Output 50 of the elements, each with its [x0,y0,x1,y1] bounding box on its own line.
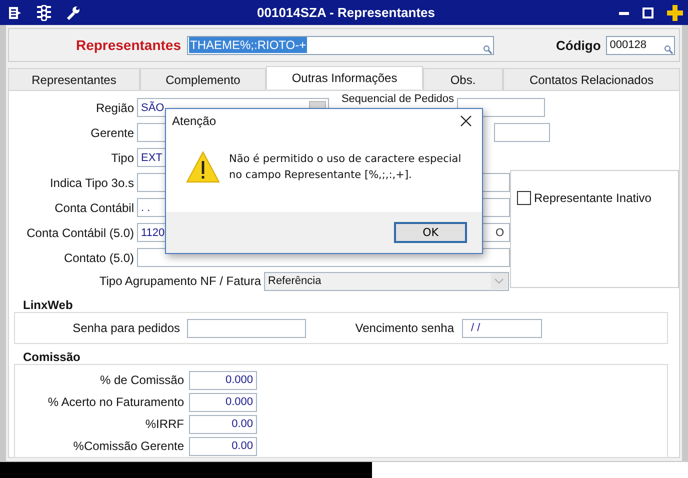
list-icon[interactable] [8,6,22,20]
input-field[interactable] [494,123,550,142]
field-label: % de Comissão [98,373,184,387]
dialog-title: Atenção [172,114,216,128]
field-label: Representantes [74,37,181,53]
dropdown[interactable]: Referência [264,272,509,290]
field-label: Gerente [90,126,134,140]
input-field[interactable] [187,318,306,338]
field-label: % Acerto no Faturamento [46,395,184,409]
field-label: Conta Contábil (5.0) [26,226,134,240]
ok-button[interactable]: OK [394,222,467,243]
field-label: Tipo Agrupamento NF / Fatura [98,274,261,288]
wrench-icon[interactable] [66,6,80,20]
tab[interactable]: Complemento [140,68,266,90]
code-field[interactable]: 000128 [606,36,675,54]
field-label: Região [94,100,134,114]
field-label: %Comissão Gerente [72,439,184,453]
field-label: %IRRF [144,417,184,431]
tab[interactable]: Obs. [423,68,503,90]
input-field[interactable]: 0.00 [189,414,257,434]
tab[interactable]: Representantes [8,68,140,90]
input-field[interactable]: 0.00 [189,436,257,456]
tab[interactable]: Outras Informações [266,66,423,89]
date-field[interactable]: / / [462,318,542,338]
field-label: Vencimento senha [354,321,454,335]
input-field[interactable]: 0.000 [189,370,257,390]
dialog-message: Não é permitido o uso de caractere especial no campo Representante [%,;,:,+]. [229,152,462,182]
traffic-light-icon[interactable] [36,4,52,20]
section-title: LinxWeb [23,298,74,312]
input-field[interactable]: 0.000 [189,392,257,412]
checkbox-label: Representante Inativo [534,191,652,205]
search-icon [483,44,492,54]
field-label: Tipo [110,150,134,164]
maximize-icon[interactable] [642,6,654,18]
field-label: Código [556,38,601,52]
section-title: Comissão [23,350,82,364]
checkbox[interactable] [517,191,531,205]
window-title: 001014SZA - Representantes [257,5,435,20]
field-label: Senha para pedidos [72,321,180,335]
field-label: Sequencial de Pedidos [340,94,454,105]
search-icon [664,44,673,54]
name-field[interactable]: THAEME%;:RIOTO-+ [187,36,494,54]
field-label: Contato (5.0) [62,250,134,264]
warning-icon [186,150,220,182]
chevron-icon [491,273,507,289]
field-label: Indica Tipo 3o.s [48,176,134,190]
field-label: Conta Contábil [54,200,134,214]
tab[interactable]: Contatos Relacionados [503,68,680,90]
close-icon[interactable] [460,115,472,127]
plus-icon[interactable] [666,4,684,22]
